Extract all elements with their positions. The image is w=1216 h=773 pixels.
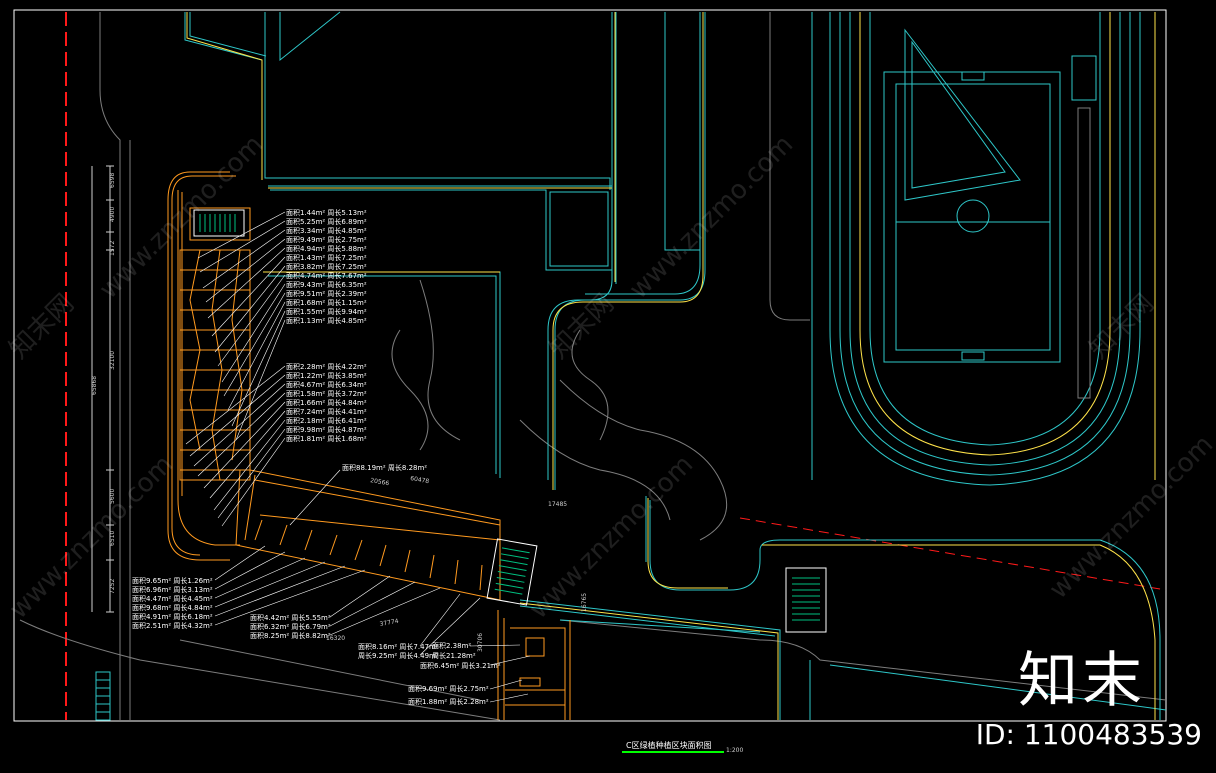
area-label: 面积1.81m² 周长1.68m²	[286, 434, 367, 443]
area-label: 面积6.45m² 周长3.21m²	[420, 661, 501, 670]
area-label: 面积3.82m² 周长7.25m²	[286, 262, 367, 271]
area-labels-group-e: 面积8.16m² 周长7.47m² 周长9.25m² 周长4.49m²	[358, 642, 439, 660]
dim-mid-6: 30706	[477, 633, 484, 652]
area-label: 面积9.68m² 周长4.84m²	[132, 603, 213, 612]
area-label: 面积2.51m² 周长4.32m²	[132, 621, 213, 630]
area-labels-group-b: 面积2.28m² 周长4.22m² 面积1.22m² 周长3.85m² 面积4.…	[286, 362, 367, 443]
area-label: 面积4.42m² 周长5.55m²	[250, 613, 331, 622]
area-label: 面积9.98m² 周长4.87m²	[286, 425, 367, 434]
area-label: 面积1.66m² 周长4.84m²	[286, 398, 367, 407]
area-labels-group-a: 面积1.44m² 周长5.13m² 面积5.25m² 周长6.89m² 面积3.…	[286, 208, 367, 325]
area-label: 面积1.44m² 周长5.13m²	[286, 208, 367, 217]
area-label: 面积4.67m² 周长6.34m²	[286, 380, 367, 389]
area-label: 面积2.38m²	[432, 641, 471, 650]
area-label: 面积5.25m² 周长6.89m²	[286, 217, 367, 226]
area-label: 面积9.43m² 周长6.35m²	[286, 280, 367, 289]
drawing-scale: 1:200	[726, 747, 743, 754]
area-label-main: 面积88.19m² 周长8.28m²	[342, 463, 427, 472]
watermark: www.znzmo.com 知末网 www.znzmo.com 知末网 www.…	[4, 130, 1216, 625]
area-label: 面积7.24m² 周长4.41m²	[286, 407, 367, 416]
area-label: 面积4.91m² 周长6.18m²	[132, 612, 213, 621]
watermark-text: www.znzmo.com	[624, 130, 799, 305]
area-labels-group-d: 面积4.42m² 周长5.55m² 面积6.32m² 周长6.79m² 面积8.…	[250, 613, 331, 640]
dim-mid-3: 17485	[548, 501, 567, 508]
brand-logo: 知末	[1018, 646, 1146, 716]
area-labels-group-c: 面积9.65m² 周长1.26m² 面积6.96m² 周长3.13m² 面积4.…	[132, 576, 213, 630]
planting-zones-lower	[497, 610, 571, 720]
area-labels-group-g: 面积9.69m² 周长2.75m² 面积1.88m² 周长2.28m²	[408, 684, 489, 706]
dim-mid-2: 60478	[410, 475, 430, 485]
dim-left-7: 7252	[109, 579, 116, 594]
area-label: 面积9.65m² 周长1.26m²	[132, 576, 213, 585]
area-label: 面积6.32m² 周长6.79m²	[250, 622, 331, 631]
dim-left-total: 65868	[91, 376, 98, 395]
dim-left-3: 1572	[109, 241, 116, 256]
area-label: 面积1.68m² 周长1.15m²	[286, 298, 367, 307]
watermark-cn: 知末网	[4, 289, 80, 365]
dim-left-2: 4900	[109, 207, 116, 222]
area-label: 面积8.16m² 周长7.47m²	[358, 642, 439, 651]
area-label: 面积8.25m² 周长8.82m²	[250, 631, 331, 640]
area-label: 面积1.43m² 周长7.25m²	[286, 253, 367, 262]
area-label: 面积2.18m² 周长6.41m²	[286, 416, 367, 425]
dim-mid-1: 20566	[370, 477, 390, 487]
area-label: 面积1.55m² 周长9.94m²	[286, 307, 367, 316]
area-label: 面积6.96m² 周长3.13m²	[132, 585, 213, 594]
area-label: 周长21.28m²	[432, 651, 476, 660]
area-label: 周长9.25m² 周长4.49m²	[358, 651, 439, 660]
watermark-text: www.znzmo.com	[524, 450, 699, 625]
area-label: 面积4.74m² 周长7.67m²	[286, 271, 367, 280]
area-label: 面积1.58m² 周长3.72m²	[286, 389, 367, 398]
asset-id: ID: 1100483539	[975, 718, 1202, 751]
area-label: 面积9.49m² 周长2.75m²	[286, 235, 367, 244]
area-label: 面积4.94m² 周长5.88m²	[286, 244, 367, 253]
area-label: 面积4.47m² 周长4.45m²	[132, 594, 213, 603]
dim-mid-7: 16765	[581, 593, 588, 612]
drawing-title: C区绿植种植区块面积图	[626, 740, 712, 750]
area-label: 面积3.34m² 周长4.85m²	[286, 226, 367, 235]
area-label: 面积2.28m² 周长4.22m²	[286, 362, 367, 371]
running-track	[811, 12, 1156, 486]
dim-left-4: 32100	[109, 351, 116, 370]
area-label: 面积9.69m² 周长2.75m²	[408, 684, 489, 693]
dim-mid-4: 37774	[379, 618, 399, 628]
area-label: 面积9.51m² 周长2.39m²	[286, 289, 367, 298]
area-label: 面积1.13m² 周长4.85m²	[286, 316, 367, 325]
dim-left-1: 6598	[109, 173, 116, 188]
watermark-cn: 知末网	[1084, 289, 1160, 365]
area-label: 面积1.22m² 周长3.85m²	[286, 371, 367, 380]
area-label: 面积1.88m² 周长2.28m²	[408, 697, 489, 706]
